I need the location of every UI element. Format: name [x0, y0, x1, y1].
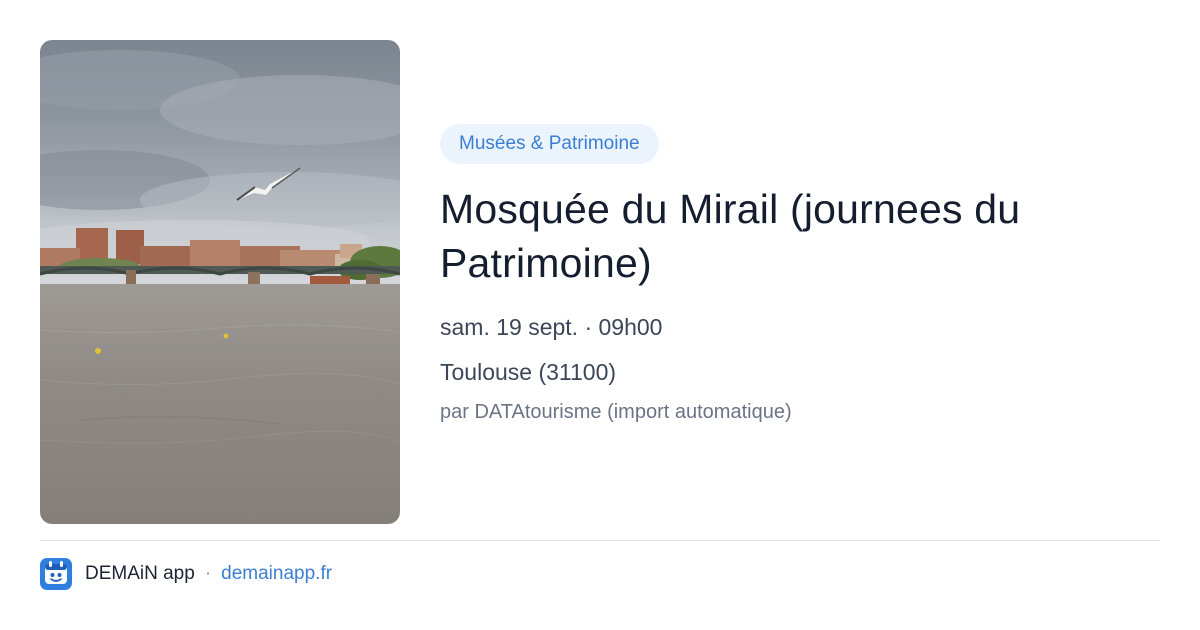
website-link[interactable]: demainapp.fr [221, 563, 332, 585]
event-title: Mosquée du Mirail (journees du Patrimoin… [440, 186, 1021, 286]
event-source: par DATAtourisme (import automatique) [440, 401, 792, 423]
footer: DEMAiN app · demainapp.fr [40, 558, 332, 590]
footer-separator: · [204, 563, 212, 584]
footer-divider [40, 540, 1160, 541]
app-name: DEMAiN app [85, 563, 195, 584]
event-datetime: sam. 19 sept. · 09h00 [440, 314, 663, 340]
event-info: Musées & Patrimoine Mosquée du Mirail (j… [440, 124, 1160, 425]
event-location: Toulouse (31100) [440, 359, 617, 385]
category-badge[interactable]: Musées & Patrimoine [440, 124, 659, 164]
demain-app-icon [40, 558, 72, 590]
event-photo [40, 40, 400, 524]
event-share-card: Musées & Patrimoine Mosquée du Mirail (j… [0, 0, 1200, 630]
